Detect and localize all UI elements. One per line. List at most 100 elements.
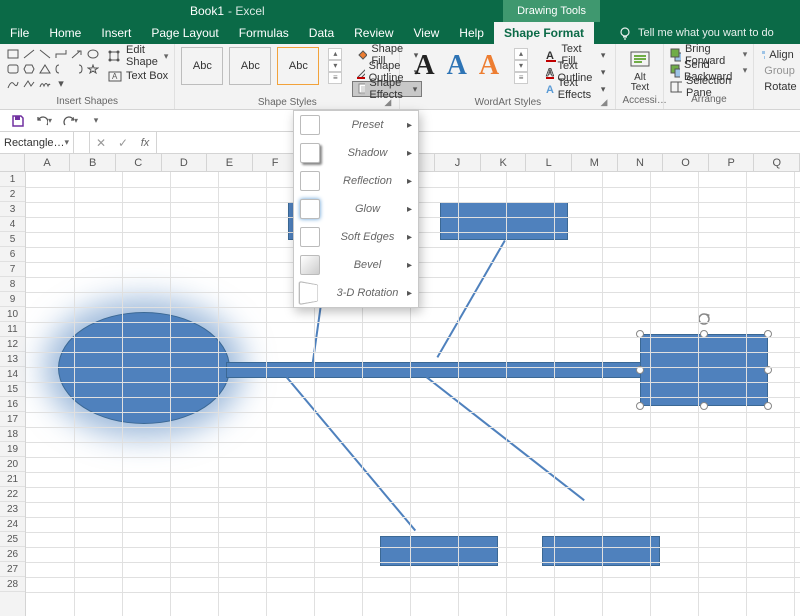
alt-text-button[interactable]: AltText (622, 47, 657, 95)
tab-insert[interactable]: Insert (91, 22, 141, 44)
row-header[interactable]: 3 (0, 202, 25, 217)
shape-line-icon[interactable] (22, 47, 36, 60)
diagram-connector-2[interactable] (437, 240, 506, 358)
shape-tri-icon[interactable] (38, 62, 52, 75)
shape-more-icon[interactable]: ▾ (54, 77, 68, 90)
fx-soft-edges[interactable]: Soft Edges▸ (294, 223, 418, 251)
rotate-handle[interactable] (697, 312, 711, 326)
wordart-item-2[interactable]: A (447, 47, 467, 85)
dialog-launcher-icon[interactable]: ◢ (601, 97, 608, 108)
resize-handle[interactable] (636, 402, 644, 410)
style-item-1[interactable]: Abc (181, 47, 223, 85)
row-header[interactable]: 24 (0, 517, 25, 532)
edit-shape-button[interactable]: Edit Shape ▾ (108, 47, 168, 65)
shape-star-icon[interactable] (86, 62, 100, 75)
shape-elbow-icon[interactable] (54, 47, 68, 60)
wordart-item-3[interactable]: A (479, 47, 499, 85)
dialog-launcher-icon[interactable]: ◢ (384, 97, 391, 108)
row-header[interactable]: 4 (0, 217, 25, 232)
column-header[interactable]: D (162, 154, 208, 171)
row-header[interactable]: 27 (0, 562, 25, 577)
row-header[interactable]: 6 (0, 247, 25, 262)
row-header[interactable]: 1 (0, 172, 25, 187)
fx-bevel[interactable]: Bevel▸ (294, 251, 418, 279)
row-header[interactable]: 10 (0, 307, 25, 322)
fx-glow[interactable]: Glow▸ (294, 195, 418, 223)
selection-pane-button[interactable]: Selection Pane (670, 79, 747, 94)
row-header[interactable]: 15 (0, 382, 25, 397)
diagram-rect-top-right[interactable] (440, 202, 568, 240)
shape-line2-icon[interactable] (38, 47, 52, 60)
column-header[interactable]: E (207, 154, 253, 171)
fx-shadow[interactable]: Shadow▸ (294, 139, 418, 167)
tab-file[interactable]: File (0, 22, 39, 44)
undo-button[interactable]: ▾ (36, 113, 52, 129)
cancel-formula-button[interactable]: ✕ (90, 136, 112, 150)
column-header[interactable]: L (526, 154, 572, 171)
fx-preset[interactable]: Preset▸ (294, 111, 418, 139)
fx-3d-rotation[interactable]: 3-D Rotation▸ (294, 279, 418, 307)
wordart-gallery-nav[interactable]: ▴▾≡ (514, 48, 528, 84)
row-header[interactable]: 23 (0, 502, 25, 517)
style-item-3[interactable]: Abc (277, 47, 319, 85)
row-header[interactable]: 14 (0, 367, 25, 382)
tab-help[interactable]: Help (449, 22, 494, 44)
column-header[interactable]: M (572, 154, 618, 171)
shape-roundrect-icon[interactable] (6, 62, 20, 75)
shape-rect-icon[interactable] (6, 47, 20, 60)
resize-handle[interactable] (700, 402, 708, 410)
diagram-rect-selected[interactable] (640, 334, 768, 406)
tab-review[interactable]: Review (344, 22, 403, 44)
shape-brace-icon[interactable] (54, 62, 68, 75)
shape-style-gallery[interactable]: Abc Abc Abc ▴▾≡ (181, 47, 342, 85)
gallery-nav[interactable]: ▴▾≡ (328, 48, 342, 84)
column-header[interactable]: P (709, 154, 755, 171)
shape-brace2-icon[interactable] (70, 62, 84, 75)
redo-button[interactable]: ▾ (62, 113, 78, 129)
row-header[interactable]: 20 (0, 457, 25, 472)
tell-me-search[interactable]: Tell me what you want to do (618, 22, 774, 44)
row-header[interactable]: 7 (0, 262, 25, 277)
row-header[interactable]: 17 (0, 412, 25, 427)
diagram-connector-3[interactable] (286, 377, 416, 531)
shape-hex-icon[interactable] (22, 62, 36, 75)
row-header[interactable]: 13 (0, 352, 25, 367)
shape-gallery[interactable]: ▾ (6, 47, 100, 90)
column-header[interactable]: C (116, 154, 162, 171)
row-header[interactable]: 26 (0, 547, 25, 562)
shape-free-icon[interactable] (22, 77, 36, 90)
shape-scribble-icon[interactable] (38, 77, 52, 90)
diagram-spine[interactable] (226, 362, 642, 378)
group-button[interactable]: Group▾ (760, 63, 800, 78)
wordart-item-1[interactable]: A (414, 47, 434, 85)
row-header[interactable]: 18 (0, 427, 25, 442)
resize-handle[interactable] (764, 402, 772, 410)
name-box[interactable]: Rectangle…▾ (0, 132, 74, 153)
diagram-ellipse-head[interactable] (58, 312, 230, 424)
rotate-button[interactable]: Rotate▾ (760, 79, 800, 94)
column-header[interactable]: F (253, 154, 299, 171)
tab-data[interactable]: Data (299, 22, 344, 44)
row-header[interactable]: 25 (0, 532, 25, 547)
column-header[interactable]: B (70, 154, 116, 171)
row-header[interactable]: 11 (0, 322, 25, 337)
fx-icon[interactable]: fx (134, 137, 156, 149)
row-header[interactable]: 19 (0, 442, 25, 457)
enter-formula-button[interactable]: ✓ (112, 136, 134, 150)
qat-customize[interactable]: ▾ (88, 113, 104, 129)
column-header[interactable]: J (435, 154, 481, 171)
tab-page-layout[interactable]: Page Layout (141, 22, 228, 44)
fx-reflection[interactable]: Reflection▸ (294, 167, 418, 195)
select-all-corner[interactable] (0, 154, 25, 171)
row-header[interactable]: 12 (0, 337, 25, 352)
save-button[interactable] (10, 113, 26, 129)
row-header[interactable]: 9 (0, 292, 25, 307)
tab-home[interactable]: Home (39, 22, 91, 44)
text-effects-button[interactable]: AText Effects▾ (540, 81, 609, 97)
shape-oval-icon[interactable] (86, 47, 100, 60)
row-header[interactable]: 22 (0, 487, 25, 502)
row-header[interactable]: 16 (0, 397, 25, 412)
text-box-button[interactable]: A Text Box (108, 67, 168, 85)
column-header[interactable]: O (663, 154, 709, 171)
column-header[interactable]: A (25, 154, 71, 171)
